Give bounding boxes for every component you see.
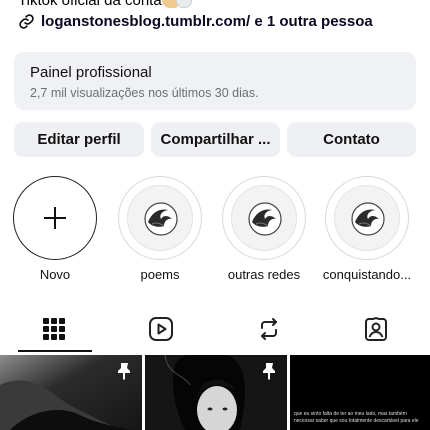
link-icon (19, 14, 34, 29)
white-heart-emoji (175, 0, 192, 8)
post-caption-text: que eu sinto falta de ter ao meu lado, m… (294, 411, 419, 424)
highlight-poems[interactable]: poems (116, 176, 204, 282)
professional-dashboard[interactable]: Painel profissional 2,7 mil visualizaçõe… (14, 52, 416, 110)
highlight-label: conquistando... (322, 267, 412, 282)
highlight-conquistando[interactable]: conquistando... (323, 176, 411, 282)
tab-posts[interactable] (0, 306, 108, 352)
highlight-cover[interactable] (222, 176, 306, 260)
tab-reposts[interactable] (215, 306, 323, 352)
profile-tabs (0, 306, 430, 352)
new-highlight-circle[interactable] (13, 176, 97, 260)
reposts-icon (260, 318, 277, 340)
post-thumbnail[interactable]: que eu sinto falta de ter ao meu lado, m… (290, 355, 430, 430)
highlight-cover[interactable] (325, 176, 409, 260)
bio-line: Tiktok oficial da conta (18, 0, 192, 9)
share-profile-button[interactable]: Compartilhar ... (151, 122, 280, 157)
wave-logo-icon (144, 202, 178, 236)
tab-reels[interactable] (108, 306, 216, 352)
edit-profile-button[interactable]: Editar perfil (14, 122, 144, 157)
plus-icon (44, 207, 66, 229)
posts-grid-icon (42, 318, 65, 340)
wave-logo-icon (248, 202, 282, 236)
dashboard-title: Painel profissional (30, 64, 152, 81)
pin-icon (263, 363, 275, 380)
bio-text: Tiktok oficial da conta (18, 0, 162, 9)
wave-logo-icon (351, 202, 385, 236)
tab-tagged[interactable] (323, 306, 430, 352)
highlight-label: poems (140, 267, 180, 282)
highlight-outras-redes[interactable]: outras redes (220, 176, 308, 282)
tagged-icon (365, 316, 388, 341)
post-thumbnail[interactable] (0, 355, 142, 430)
highlight-label: outras redes (227, 267, 301, 282)
pin-icon (118, 363, 130, 380)
profile-links[interactable]: loganstonesblog.tumblr.com/ e 1 outra pe… (18, 13, 373, 30)
highlight-cover[interactable] (118, 176, 202, 260)
post-thumbnail[interactable] (145, 355, 287, 430)
highlight-label: Novo (39, 267, 71, 282)
dashboard-subtitle: 2,7 mil visualizações nos últimos 30 dia… (30, 86, 259, 100)
highlight-new[interactable]: Novo (11, 176, 99, 282)
posts-grid: que eu sinto falta de ter ao meu lado, m… (0, 355, 430, 430)
contact-button[interactable]: Contato (287, 122, 416, 157)
profile-link-text[interactable]: loganstonesblog.tumblr.com/ e 1 outra pe… (41, 13, 373, 30)
reels-icon (149, 317, 174, 341)
